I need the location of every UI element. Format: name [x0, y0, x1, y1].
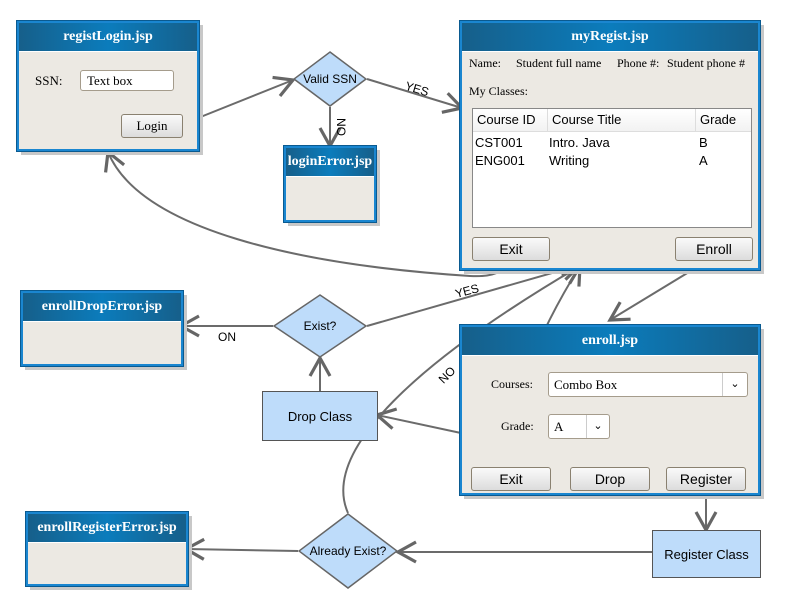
enroll-drop-error-page: enrollDropError.jsp [20, 290, 184, 367]
page-title: enroll.jsp [462, 327, 758, 356]
ssn-label: SSN: [35, 73, 63, 88]
ssn-input[interactable]: Text box [80, 70, 174, 91]
page-title: enrollRegisterError.jsp [28, 514, 186, 543]
exit-button[interactable]: Exit [472, 237, 550, 261]
courses-label: Courses: [491, 377, 533, 391]
exit-button[interactable]: Exit [471, 467, 551, 491]
process-drop-class: Drop Class [262, 391, 378, 441]
arrow-login-to-valid [182, 75, 297, 125]
login-error-page: loginError.jsp [283, 145, 377, 223]
column-header[interactable]: Course ID [473, 109, 548, 131]
cell: A [699, 153, 708, 168]
grade-label: Grade: [501, 419, 534, 433]
grade-value: A [554, 419, 564, 434]
process-register-class: Register Class [652, 530, 761, 578]
name-label: Name: [469, 56, 501, 70]
cell: Writing [549, 153, 590, 168]
register-button[interactable]: Register [666, 467, 746, 491]
cell: Intro. Java [549, 135, 610, 150]
decision-exist: Exist? [273, 294, 367, 358]
page-title: registLogin.jsp [19, 23, 197, 52]
decision-label: Already Exist? [309, 544, 387, 558]
page-title: loginError.jsp [286, 148, 374, 177]
phone-value: Student phone # [667, 56, 745, 70]
label-on: ON [218, 330, 236, 344]
column-header[interactable]: Course Title [548, 109, 696, 131]
cell: B [699, 135, 708, 150]
enroll-register-error-page: enrollRegisterError.jsp [25, 511, 189, 587]
chevron-down-icon[interactable]: ⌄ [722, 373, 747, 396]
phone-label: Phone #: [617, 56, 660, 70]
table-row[interactable]: CST001 Intro. Java B [473, 134, 751, 152]
decision-already-exist: Already Exist? [298, 513, 398, 589]
decision-label: Exist? [303, 319, 337, 333]
column-header[interactable]: Grade [696, 109, 736, 131]
arrow-already-to-error [182, 537, 299, 561]
classes-label: My Classes: [469, 84, 529, 98]
cell: CST001 [475, 135, 523, 150]
decision-valid-ssn: Valid SSN [293, 51, 367, 107]
enroll-button[interactable]: Enroll [675, 237, 753, 261]
page-title: enrollDropError.jsp [23, 293, 181, 322]
drop-button[interactable]: Drop [570, 467, 650, 491]
classes-table: Course ID Course Title Grade CST001 Intr… [472, 108, 752, 228]
label-no: NO [334, 118, 348, 136]
login-button[interactable]: Login [121, 114, 183, 138]
name-value: Student full name [516, 56, 602, 70]
courses-combobox[interactable]: Combo Box ⌄ [548, 372, 748, 397]
table-row[interactable]: ENG001 Writing A [473, 152, 751, 170]
my-regist-page: myRegist.jsp Name: Student full name Pho… [459, 20, 761, 271]
enroll-page: enroll.jsp Courses: Combo Box ⌄ Grade: A… [459, 324, 761, 496]
courses-value: Combo Box [554, 377, 618, 392]
regist-login-page: registLogin.jsp SSN: Text box Login [16, 20, 200, 152]
decision-label: Valid SSN [303, 72, 357, 86]
chevron-down-icon[interactable]: ⌄ [586, 415, 609, 438]
grade-select[interactable]: A ⌄ [548, 414, 610, 439]
cell: ENG001 [475, 153, 525, 168]
page-title: myRegist.jsp [462, 23, 758, 52]
